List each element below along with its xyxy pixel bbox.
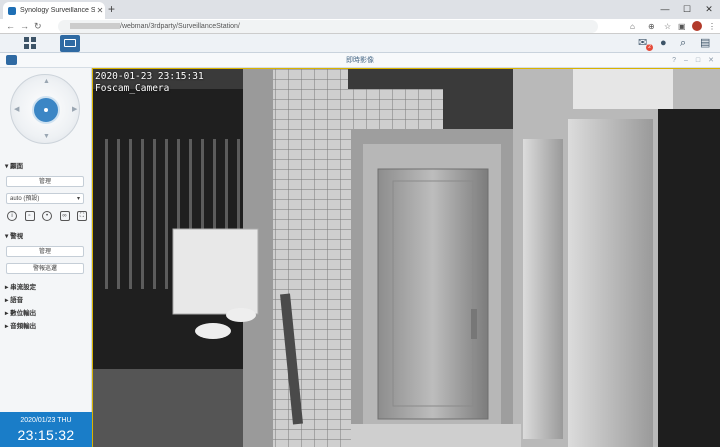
browser-tab-bar: Synology Surveillance Station ✕ + — ☐ ✕ — [0, 0, 720, 19]
camera-frame-image — [93, 69, 720, 447]
zoom-icon[interactable]: ⊕ — [648, 20, 655, 33]
clock-time: 23:15:32 — [17, 427, 75, 443]
control-sidebar: ▲ ▼ ◀ ▶ ▾ 顯面 管理 auto (預設) ▾ i ▫ • ∞ ⛶ ▾ … — [0, 68, 92, 447]
app-maximize-button[interactable]: □ — [696, 53, 700, 68]
info-icon[interactable]: i — [7, 211, 17, 221]
clock-widget: 2020/01/23 THU 23:15:32 — [0, 412, 92, 447]
clock-date: 2020/01/23 THU — [20, 417, 72, 424]
synology-favicon-icon — [8, 6, 16, 15]
notification-badge: 2 — [646, 44, 653, 51]
location-pin-icon[interactable]: • — [42, 211, 52, 221]
view-tool-icons: i ▫ • ∞ ⛶ — [7, 211, 87, 223]
osd-camera-name: Foscam_Camera — [95, 83, 170, 94]
snapshot-icon[interactable]: ▫ — [24, 211, 35, 221]
app-close-button[interactable]: ✕ — [708, 53, 714, 68]
help-button[interactable]: ? — [672, 53, 676, 68]
app-minimize-button[interactable]: – — [684, 53, 688, 68]
patrol-manage-button[interactable]: 管理 — [6, 246, 84, 257]
osd-timestamp: 2020-01-23 23:15:31 — [95, 71, 204, 82]
window-controls: — ☐ ✕ — [654, 0, 720, 19]
preset-select-value: auto (預設) — [10, 196, 40, 202]
tab-close-icon[interactable]: ✕ — [95, 6, 105, 15]
ptz-down-icon[interactable]: ▼ — [43, 133, 50, 140]
surveillance-station-taskbar-button[interactable] — [60, 35, 80, 52]
reload-icon[interactable]: ↻ — [34, 20, 42, 33]
section-digital-output[interactable]: ▸ 數位輸出 — [5, 307, 36, 317]
translate-icon[interactable]: ⌂ — [630, 20, 635, 33]
section-patrol-header[interactable]: ▾ 警視 — [5, 230, 23, 240]
url-field[interactable]: /webman/3rdparty/SurveillanceStation/ — [58, 20, 598, 33]
profile-avatar[interactable] — [692, 21, 702, 31]
chevron-down-icon: ▾ — [76, 196, 80, 202]
forward-icon[interactable]: → — [20, 20, 29, 33]
redacted-host — [70, 23, 120, 30]
ptz-left-icon[interactable]: ◀ — [14, 105, 19, 113]
app-title: 即時影像 — [346, 57, 374, 64]
live-video-view[interactable]: 2020-01-23 23:15:31 Foscam_Camera — [92, 68, 720, 447]
browser-menu-icon[interactable]: ⋮ — [708, 20, 716, 33]
ptz-home-button[interactable] — [32, 96, 60, 124]
minimize-button[interactable]: — — [654, 0, 676, 19]
section-view-header[interactable]: ▾ 顯面 — [5, 160, 23, 170]
extension-icon[interactable]: ▣ — [678, 20, 686, 33]
browser-tab[interactable]: Synology Surveillance Station ✕ — [3, 2, 105, 19]
app-window-header: 即時影像 ? – □ ✕ — [0, 53, 720, 68]
new-tab-button[interactable]: + — [108, 3, 115, 16]
tab-title: Synology Surveillance Station — [20, 7, 95, 14]
ptz-control-wheel[interactable]: ▲ ▼ ◀ ▶ — [10, 74, 80, 144]
section-audio[interactable]: ▸ 語音 — [5, 294, 23, 304]
ptz-up-icon[interactable]: ▲ — [43, 78, 50, 85]
address-bar: ← → ↻ /webman/3rdparty/SurveillanceStati… — [0, 19, 720, 34]
link-icon[interactable]: ∞ — [59, 211, 70, 221]
patrol-alarm-button[interactable]: 警報巡邏 — [6, 263, 84, 274]
section-audio-output[interactable]: ▸ 音頻輸出 — [5, 320, 36, 330]
url-path: /webman/3rdparty/SurveillanceStation/ — [120, 23, 240, 30]
maximize-button[interactable]: ☐ — [676, 0, 698, 19]
section-stream-settings[interactable]: ▸ 串流設定 — [5, 281, 36, 291]
main-menu-grid-icon[interactable] — [24, 37, 37, 50]
user-icon[interactable]: ● — [660, 36, 667, 51]
dsm-taskbar: ✉ 2 ● ⌕ ▤ — [0, 34, 720, 53]
ptz-right-icon[interactable]: ▶ — [72, 105, 77, 113]
close-window-button[interactable]: ✕ — [698, 0, 720, 19]
bookmark-star-icon[interactable]: ☆ — [664, 20, 671, 33]
back-icon[interactable]: ← — [6, 20, 15, 33]
search-icon[interactable]: ⌕ — [680, 36, 686, 51]
app-window-controls: ? – □ ✕ — [672, 53, 714, 68]
fullscreen-icon[interactable]: ⛶ — [77, 211, 87, 221]
preset-select[interactable]: auto (預設) ▾ — [6, 193, 84, 204]
widgets-icon[interactable]: ▤ — [700, 36, 710, 51]
view-manage-button[interactable]: 管理 — [6, 176, 84, 187]
